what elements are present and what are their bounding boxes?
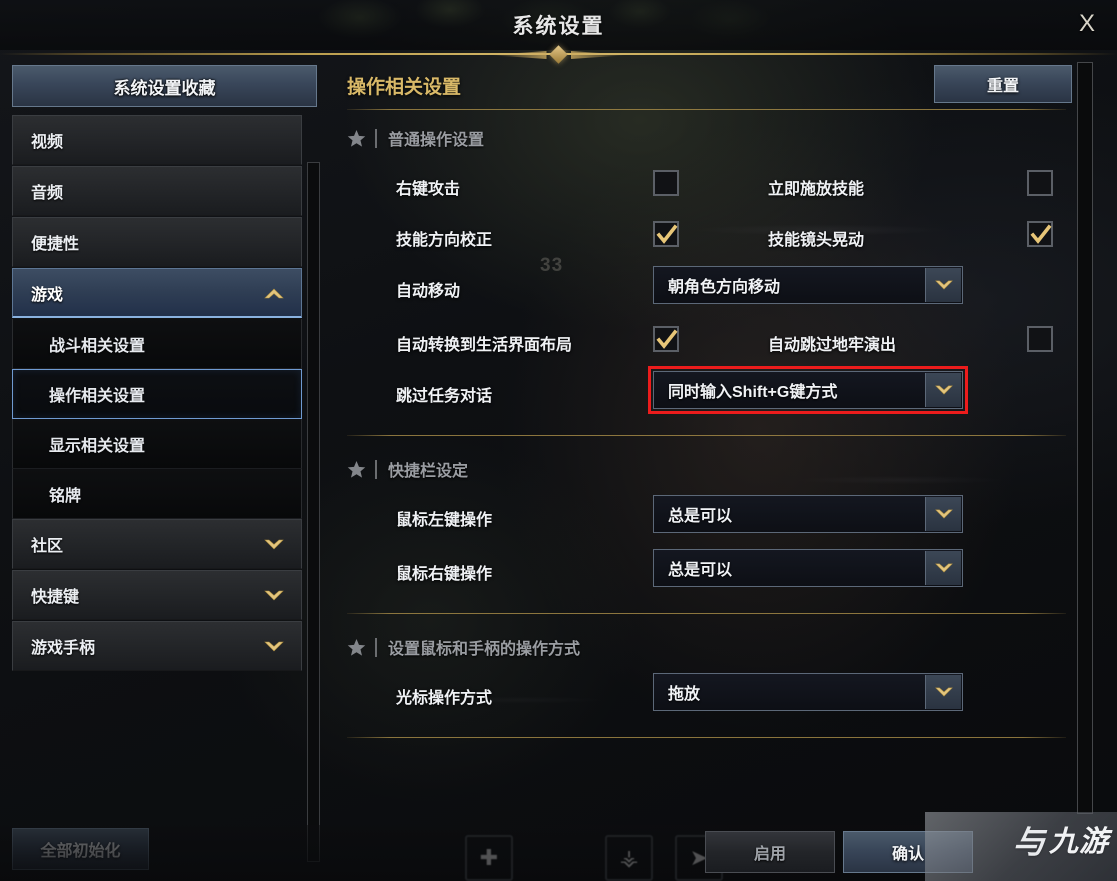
sidebar-scrollbar[interactable] <box>307 162 320 862</box>
setting-dropdown[interactable]: 总是可以 <box>653 495 963 533</box>
sidebar-item-5[interactable]: 操作相关设置 <box>12 369 302 419</box>
setting-label: 自动转换到生活界面布局 <box>396 337 573 354</box>
sidebar-item-9[interactable]: 快捷键 <box>12 570 302 620</box>
close-icon[interactable]: X <box>1069 6 1105 42</box>
dropdown-value: 总是可以 <box>668 562 733 579</box>
main-panel: 操作相关设置 重置 普通操作设置右键攻击 立即施放技能技能方向校正 技能镜头晃动自动… <box>335 52 1072 827</box>
setting-checkbox[interactable] <box>653 221 679 247</box>
setting-label: 自动跳过地牢演出 <box>768 337 897 354</box>
sidebar-item-1[interactable]: 音频 <box>12 166 302 216</box>
section-rule <box>347 435 1066 436</box>
section-title: 快捷栏设定 <box>388 463 469 480</box>
watermark-logo-icon: 与 <box>1012 824 1045 860</box>
sidebar-item-label: 游戏手柄 <box>31 640 96 657</box>
setting-dropdown[interactable]: 总是可以 <box>653 549 963 587</box>
section-divider <box>375 637 377 657</box>
sidebar-item-3[interactable]: 游戏 <box>12 268 302 318</box>
sidebar: 系统设置收藏 视频音频便捷性游戏战斗相关设置 操作相关设置 显示相关设置 铭牌社区快捷… <box>0 52 332 862</box>
chevron-down-icon <box>925 268 961 302</box>
setting-label: 技能镜头晃动 <box>768 232 865 249</box>
content-scrollbar[interactable] <box>1077 62 1093 814</box>
watermark-overlay: 与 九游 <box>925 812 1117 881</box>
setting-label: 跳过任务对话 <box>396 388 493 405</box>
setting-label: 右键攻击 <box>396 181 461 198</box>
chevron-down-icon <box>263 640 285 653</box>
chevron-down-icon <box>925 551 961 585</box>
sidebar-item-label: 音频 <box>31 185 64 202</box>
dropdown-value: 总是可以 <box>668 508 733 525</box>
dropdown-value: 朝角色方向移动 <box>668 279 781 296</box>
sidebar-item-label: 快捷键 <box>31 589 80 606</box>
trident-slot-icon[interactable]: ⚶ <box>605 835 653 881</box>
plus-slot-icon[interactable]: ✚ <box>465 835 513 881</box>
setting-dropdown[interactable]: 拖放 <box>653 673 963 711</box>
reset-button[interactable]: 重置 <box>934 65 1072 103</box>
section-rule <box>347 613 1066 614</box>
watermark-text: 九游 <box>1048 825 1109 858</box>
title-underline <box>347 109 1066 110</box>
chevron-down-icon <box>925 497 961 531</box>
setting-label: 立即施放技能 <box>768 181 865 198</box>
setting-label: 光标操作方式 <box>396 690 493 707</box>
sidebar-item-4[interactable]: 战斗相关设置 <box>12 319 302 369</box>
page-title: 系统设置 <box>512 15 605 38</box>
title-bar: 系统设置 X <box>0 0 1117 50</box>
chevron-up-icon <box>263 287 285 300</box>
chevron-down-icon <box>263 538 285 551</box>
apply-button[interactable]: 启用 <box>705 831 835 873</box>
setting-checkbox[interactable] <box>1027 170 1053 196</box>
sidebar-item-6[interactable]: 显示相关设置 <box>12 419 302 469</box>
section-divider <box>375 128 377 148</box>
setting-checkbox[interactable] <box>653 170 679 196</box>
chevron-down-icon <box>263 589 285 602</box>
chevron-down-icon <box>925 675 961 709</box>
section-divider <box>375 459 377 479</box>
dropdown-value: 同时输入Shift+G键方式 <box>668 384 838 401</box>
sidebar-item-label: 游戏 <box>31 286 64 304</box>
sidebar-item-10[interactable]: 游戏手柄 <box>12 621 302 671</box>
setting-checkbox[interactable] <box>1027 326 1053 352</box>
sidebar-header-favorites[interactable]: 系统设置收藏 <box>12 65 317 107</box>
sidebar-item-2[interactable]: 便捷性 <box>12 217 302 267</box>
sidebar-item-label: 战斗相关设置 <box>49 337 146 355</box>
setting-label: 技能方向校正 <box>396 232 493 249</box>
setting-label: 鼠标右键操作 <box>396 566 493 583</box>
sidebar-item-label: 视频 <box>31 134 64 151</box>
sidebar-nav-list: 视频音频便捷性游戏战斗相关设置 操作相关设置 显示相关设置 铭牌社区快捷键游戏手柄 <box>12 115 302 672</box>
setting-label: 鼠标左键操作 <box>396 512 493 529</box>
sidebar-item-8[interactable]: 社区 <box>12 519 302 569</box>
section-title: 普通操作设置 <box>388 132 485 149</box>
setting-dropdown[interactable]: 朝角色方向移动 <box>653 266 963 304</box>
section-rule <box>347 737 1066 738</box>
section-header-0: 普通操作设置 <box>347 126 484 150</box>
settings-window: 33 系统设置 X 系统设置收藏 视频 音频 便捷性 游戏 战斗相关设置 操作相关设置 显示… <box>0 0 1117 881</box>
sidebar-item-label: 铭牌 <box>49 487 82 505</box>
sidebar-item-label: 显示相关设置 <box>49 437 146 455</box>
section-title: 设置鼠标和手柄的操作方式 <box>388 641 581 658</box>
setting-checkbox[interactable] <box>653 326 679 352</box>
setting-checkbox[interactable] <box>1027 221 1053 247</box>
sidebar-item-label: 社区 <box>31 538 64 555</box>
sidebar-item-label: 便捷性 <box>31 236 80 253</box>
dropdown-value: 拖放 <box>668 686 701 703</box>
main-panel-title: 操作相关设置 <box>347 77 462 98</box>
sidebar-item-label: 操作相关设置 <box>49 388 146 405</box>
sidebar-item-7[interactable]: 铭牌 <box>12 469 302 519</box>
chevron-down-icon <box>925 373 961 407</box>
section-header-1: 快捷栏设定 <box>347 457 468 481</box>
section-header-2: 设置鼠标和手柄的操作方式 <box>347 635 580 659</box>
setting-label: 自动移动 <box>396 283 461 300</box>
setting-dropdown[interactable]: 同时输入Shift+G键方式 <box>653 371 963 409</box>
sidebar-item-0[interactable]: 视频 <box>12 115 302 165</box>
